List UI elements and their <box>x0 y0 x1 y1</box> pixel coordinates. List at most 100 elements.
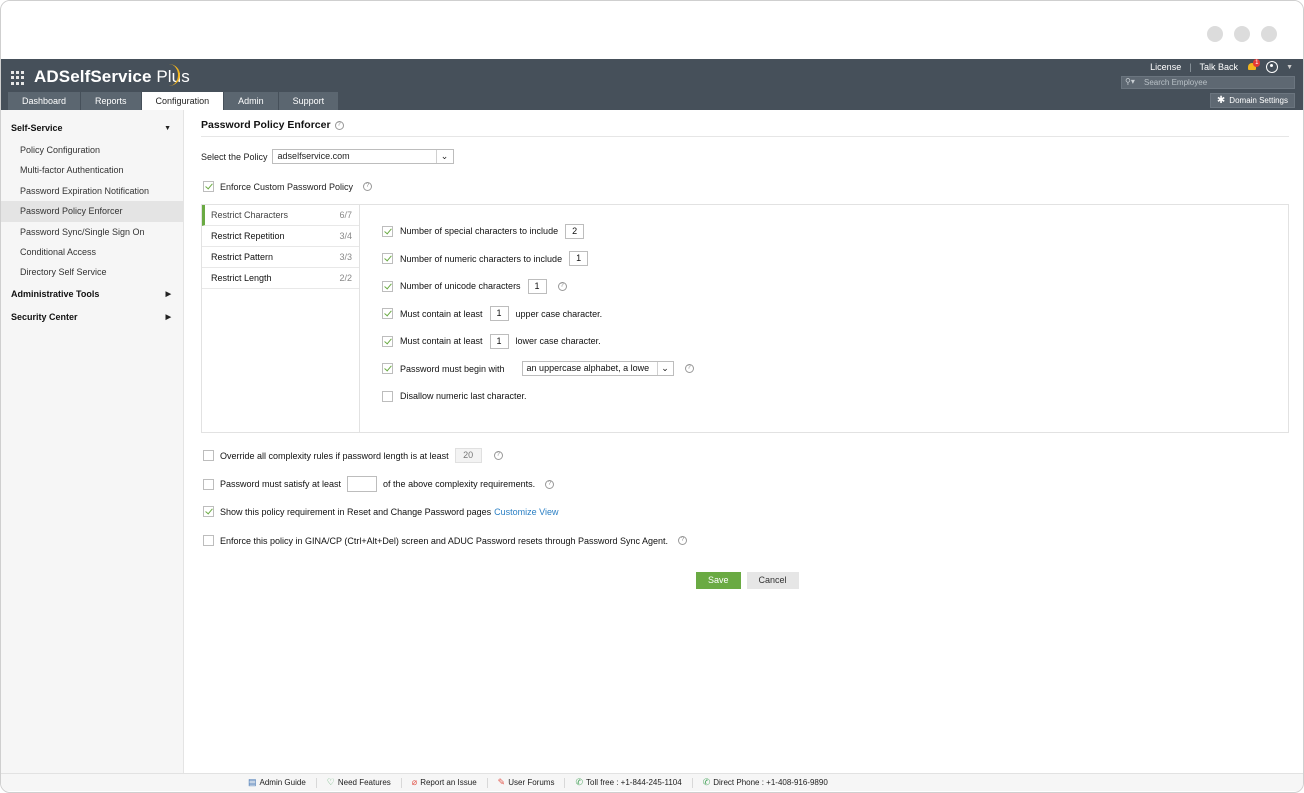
begin-with-select[interactable]: an uppercase alphabet, a lowe ⌄ <box>521 361 674 376</box>
window-dot[interactable] <box>1234 26 1250 42</box>
begin-with-row: Password must begin with an uppercase al… <box>382 361 694 377</box>
chevron-down-icon[interactable]: ▼ <box>1286 64 1293 71</box>
lower-case-input[interactable]: 1 <box>489 333 509 349</box>
sidebar-section-label: Self-Service <box>11 123 63 133</box>
help-icon[interactable]: ? <box>493 451 503 460</box>
satisfy-count-input[interactable] <box>347 476 378 492</box>
upper-case-suffix: upper case character. <box>515 308 603 319</box>
special-chars-input[interactable]: 2 <box>565 223 585 239</box>
tab-configuration[interactable]: Configuration <box>141 92 224 110</box>
tab-count: 3/4 <box>339 231 352 241</box>
tab-support[interactable]: Support <box>278 92 339 110</box>
domain-settings-button[interactable]: ✱ Domain Settings <box>1209 93 1295 108</box>
upper-case-input[interactable]: 1 <box>489 306 509 321</box>
help-icon[interactable]: ? <box>557 281 567 291</box>
cancel-button[interactable]: Cancel <box>746 572 799 589</box>
help-icon[interactable]: ? <box>545 479 555 489</box>
satisfy-suffix: of the above complexity requirements. <box>383 479 536 489</box>
numeric-chars-label: Number of numeric characters to include <box>400 253 563 264</box>
search-icon[interactable]: ⚲▾ <box>1125 77 1135 86</box>
domain-settings-label: Domain Settings <box>1229 96 1288 105</box>
phone-icon: ✆ <box>575 777 583 787</box>
footer-toll-free: ✆ Toll free : +1-844-245-1104 <box>565 777 693 788</box>
lower-case-prefix: Must contain at least <box>400 336 483 346</box>
upper-case-row: Must contain at least 1 upper case chara… <box>382 306 694 322</box>
override-checkbox[interactable] <box>203 450 214 461</box>
search-employee-input[interactable] <box>1144 77 1292 88</box>
upper-case-checkbox[interactable] <box>382 308 393 319</box>
tab-reports[interactable]: Reports <box>81 92 141 110</box>
footer-label: User Forums <box>508 778 555 787</box>
enforce-custom-checkbox[interactable] <box>203 181 214 192</box>
page-title: Password Policy Enforcer? <box>201 119 344 131</box>
tab-count: 6/7 <box>339 210 352 220</box>
sidebar-section-self-service[interactable]: Self-Service ▼ <box>1 117 183 140</box>
window-dot[interactable] <box>1261 26 1277 42</box>
satisfy-checkbox[interactable] <box>203 478 214 490</box>
satisfy-prefix: Password must satisfy at least <box>220 479 342 489</box>
search-employee-box: ⚲▾ <box>1121 76 1295 89</box>
tab-restrict-repetition[interactable]: Restrict Repetition 3/4 <box>202 226 359 247</box>
sidebar-item-password-expiration-notification[interactable]: Password Expiration Notification <box>1 181 183 201</box>
notification-bell-icon[interactable]: 1 <box>1246 58 1261 73</box>
footer-links: ▤ Admin Guide ♡ Need Features ⌀ Report a… <box>248 774 838 791</box>
enforce-custom-row: Enforce Custom Password Policy ? <box>203 181 373 192</box>
phone-icon: ✆ <box>702 777 711 787</box>
special-chars-label: Number of special characters to include <box>400 226 559 236</box>
sidebar-item-password-policy-enforcer[interactable]: Password Policy Enforcer <box>1 201 183 222</box>
disallow-numeric-checkbox[interactable] <box>382 390 393 402</box>
help-icon[interactable]: ? <box>363 182 373 191</box>
sidebar-section-security-center[interactable]: Security Center ▶ <box>1 306 183 329</box>
footer-admin-guide[interactable]: ▤ Admin Guide <box>248 777 317 788</box>
footer-user-forums[interactable]: ✎ User Forums <box>488 777 566 788</box>
sidebar-section-administrative-tools[interactable]: Administrative Tools ▶ <box>1 283 183 306</box>
tab-restrict-length[interactable]: Restrict Length 2/2 <box>202 268 359 289</box>
sidebar-item-conditional-access[interactable]: Conditional Access <box>1 242 183 262</box>
override-length-input[interactable]: 20 <box>454 448 482 463</box>
top-links: License | Talk Back 1 ▼ <box>1150 58 1293 73</box>
user-profile-icon[interactable] <box>1266 61 1279 73</box>
numeric-chars-input[interactable]: 1 <box>569 251 589 266</box>
enforce-custom-label: Enforce Custom Password Policy <box>220 181 354 192</box>
show-requirement-label: Show this policy requirement in Reset an… <box>220 506 492 517</box>
tab-label: Restrict Length <box>211 273 272 283</box>
unicode-chars-checkbox[interactable] <box>382 280 393 292</box>
select-policy-row: Select the Policy adselfservice.com ⌄ <box>201 149 454 164</box>
lower-case-checkbox[interactable] <box>382 335 393 347</box>
begin-with-label: Password must begin with <box>400 363 505 374</box>
sidebar-item-password-sync-sso[interactable]: Password Sync/Single Sign On <box>1 222 183 242</box>
help-icon[interactable]: ? <box>684 364 694 373</box>
window-dot[interactable] <box>1207 26 1223 42</box>
numeric-chars-checkbox[interactable] <box>382 253 393 264</box>
show-requirement-checkbox[interactable] <box>203 506 214 517</box>
special-chars-checkbox[interactable] <box>382 225 393 237</box>
license-link[interactable]: License <box>1150 62 1181 72</box>
select-policy-label: Select the Policy <box>201 151 268 162</box>
tab-dashboard[interactable]: Dashboard <box>8 92 81 110</box>
footer-report-issue[interactable]: ⌀ Report an Issue <box>402 777 488 788</box>
footer-need-features[interactable]: ♡ Need Features <box>317 777 402 788</box>
sidebar-section-label: Security Center <box>11 311 78 322</box>
footer-label: Toll free : +1-844-245-1104 <box>586 778 682 787</box>
sidebar-item-policy-configuration[interactable]: Policy Configuration <box>1 140 183 160</box>
sidebar-item-multi-factor-authentication[interactable]: Multi-factor Authentication <box>1 160 183 180</box>
talk-back-link[interactable]: Talk Back <box>1200 62 1239 72</box>
help-icon[interactable]: ? <box>334 120 344 130</box>
character-options: Number of special characters to include … <box>382 223 694 416</box>
save-button[interactable]: Save <box>696 572 741 589</box>
gina-checkbox[interactable] <box>203 535 214 546</box>
begin-with-checkbox[interactable] <box>382 363 393 374</box>
sidebar-item-directory-self-service[interactable]: Directory Self Service <box>1 262 183 282</box>
unicode-chars-row: Number of unicode characters 1 ? <box>382 278 694 294</box>
rule-tabs: Restrict Characters 6/7 Restrict Repetiti… <box>202 205 360 432</box>
unicode-chars-input[interactable]: 1 <box>527 278 547 294</box>
customize-view-link[interactable]: Customize View <box>494 507 558 517</box>
help-icon[interactable]: ? <box>678 536 688 545</box>
policy-select[interactable]: adselfservice.com ⌄ <box>271 149 454 164</box>
app-grid-icon[interactable] <box>11 71 25 85</box>
sidebar: Self-Service ▼ Policy Configuration Mult… <box>1 110 184 773</box>
app-header: ADSelfService Plus License | Talk Back 1… <box>1 58 1303 110</box>
tab-admin[interactable]: Admin <box>224 92 278 110</box>
tab-restrict-pattern[interactable]: Restrict Pattern 3/3 <box>202 247 359 268</box>
tab-restrict-characters[interactable]: Restrict Characters 6/7 <box>202 205 359 226</box>
